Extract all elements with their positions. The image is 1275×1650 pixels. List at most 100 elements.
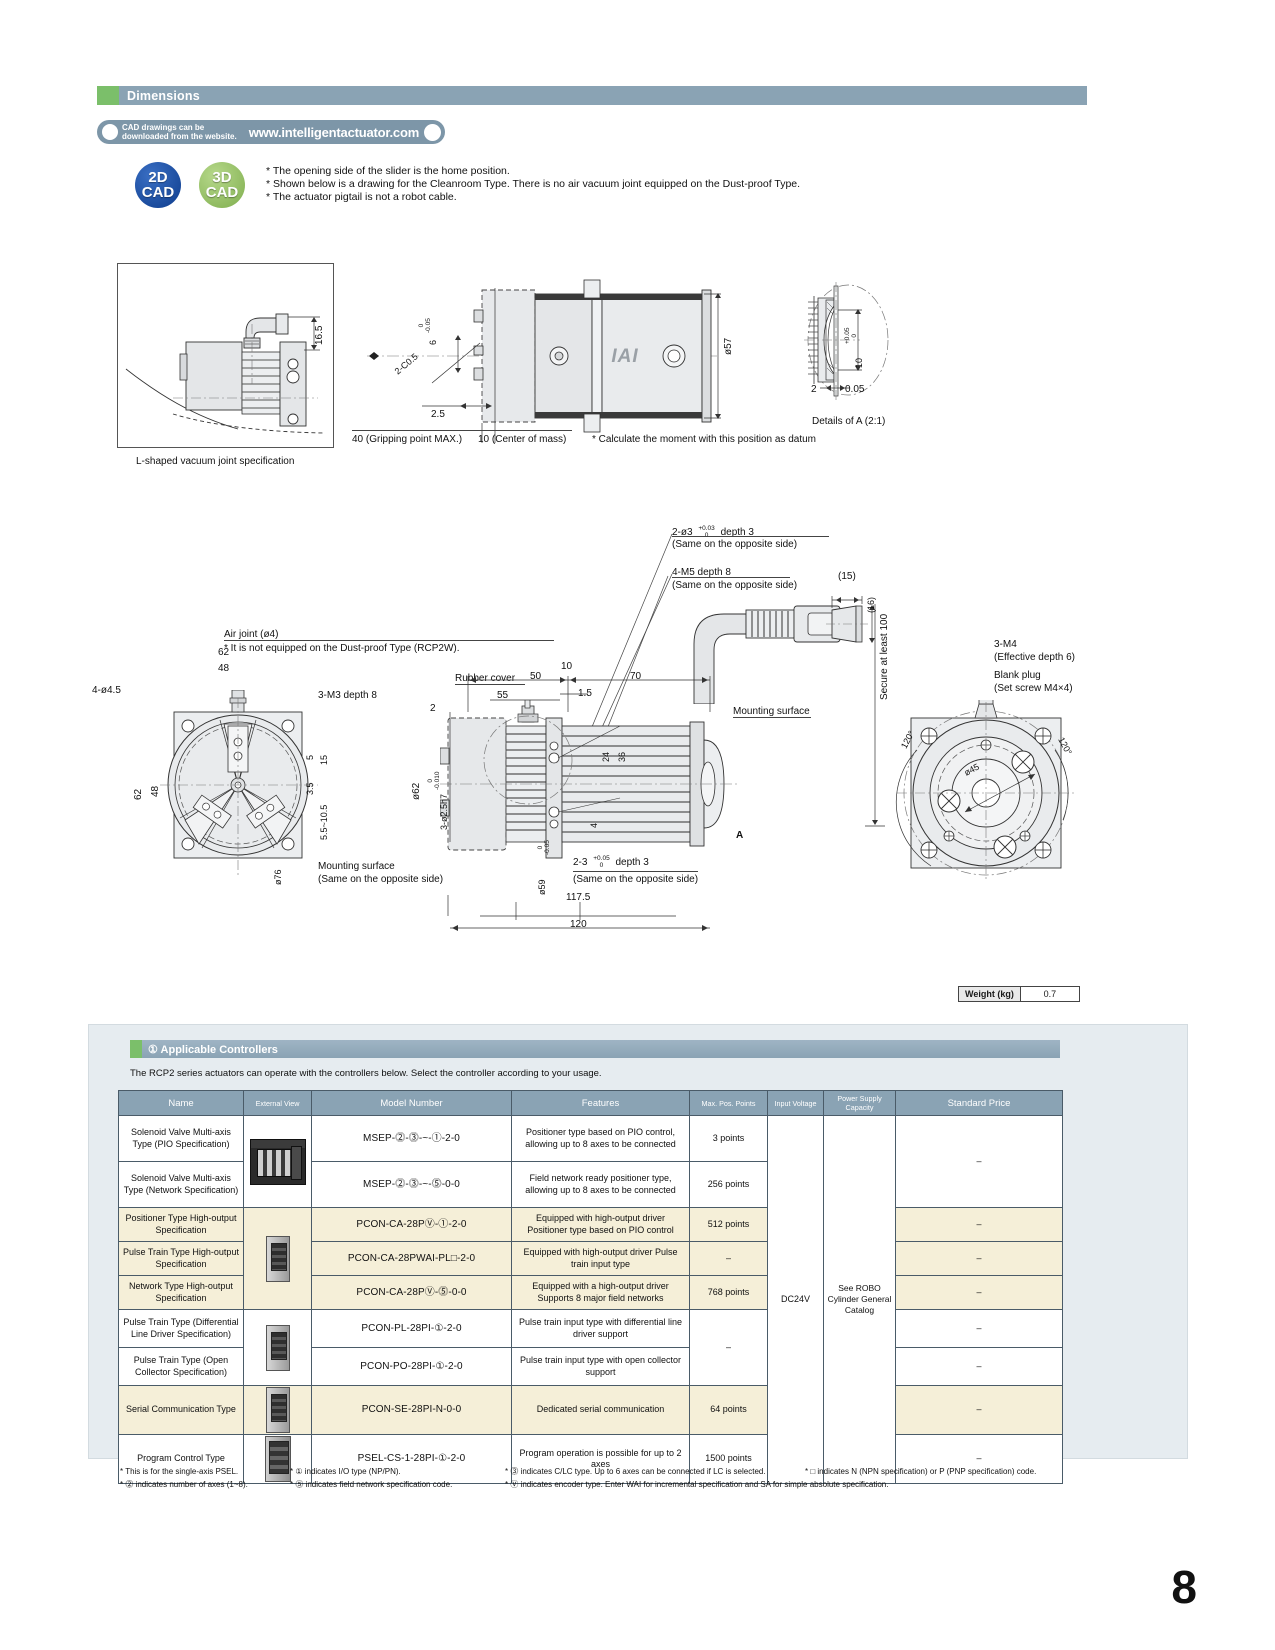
l-joint-drawing [125, 313, 324, 434]
row0-name: Solenoid Valve Multi-axis Type (PIO Spec… [118, 1115, 244, 1162]
dim-3-5: 3.5 [305, 782, 315, 795]
controllers-title-wrap: ① Applicable Controllers [142, 1043, 278, 1056]
row7-features: Dedicated serial communication [511, 1385, 690, 1435]
drawing-notes: * The opening side of the slider is the … [266, 165, 800, 205]
label-center-of-mass: 10 (Center of mass) [478, 434, 567, 445]
row3-price: – [895, 1241, 1063, 1276]
section-accent-tab [97, 86, 119, 105]
dim-5-5-10-5: 5.5~10.5 [319, 804, 329, 840]
row1-model: MSEP-⓶-⓷-~-⓹-0-0 [311, 1161, 512, 1208]
dim-62-side: 62 [133, 788, 144, 800]
callout-blank-plug: Blank plug [994, 670, 1041, 681]
dim-5: 5 [305, 754, 315, 760]
cad-2d-top: 2D [148, 169, 168, 186]
weight-value: 0.7 [1020, 987, 1079, 1001]
detail-tolerance: +0.05 0 [844, 328, 858, 344]
callout-3-m4-depth: (Effective depth 6) [994, 652, 1075, 663]
label-gripping-point: 40 (Gripping point MAX.) [352, 434, 463, 445]
dim-15: 15 [319, 754, 329, 765]
controllers-footnotes: * This is for the single-axis PSEL. * ① … [120, 1466, 1060, 1491]
th-name: Name [118, 1090, 244, 1116]
callout-3-m3-depth-8: 3-M3 depth 8 [318, 690, 377, 701]
website-url[interactable]: www.intelligentactuator.com [249, 125, 420, 140]
detail-tol-lower: 0 [850, 333, 858, 338]
row6-price: – [895, 1347, 1063, 1386]
weight-label: Weight (kg) [959, 987, 1021, 1001]
row3-model: PCON-CA-28PWAI-PL□-2-0 [311, 1241, 512, 1276]
left-end-svg [160, 689, 318, 876]
table-row: Solenoid Valve Multi-axis Type (PIO Spec… [118, 1115, 1063, 1484]
cad-2d-badge[interactable]: 2D CAD [135, 162, 181, 208]
controllers-table-body: Solenoid Valve Multi-axis Type (PIO Spec… [118, 1115, 1063, 1484]
th-standard-price: Standard Price [895, 1090, 1063, 1116]
cad-3d-badge[interactable]: 3D CAD [199, 162, 245, 208]
msep-controller-thumbnail [249, 1138, 306, 1185]
callout-set-screw: (Set screw M4×4) [994, 683, 1073, 694]
row0-features: Positioner type based on PIO control, al… [511, 1115, 690, 1162]
table-header-row: Name External View Model Number Features… [118, 1090, 1063, 1116]
footnote-4: * ⓶ indicates number of axes (1~8). [120, 1479, 248, 1489]
row5-features: Pulse train input type with differential… [511, 1309, 690, 1348]
th-power-supply: Power Supply Capacity [823, 1090, 896, 1116]
row2-features: Equipped with high-output driver Positio… [511, 1207, 690, 1242]
controllers-subtitle: The RCP2 series actuators can operate wi… [130, 1068, 602, 1079]
table-row: Serial Communication Type PCON-SE-28PI-N… [118, 1385, 1063, 1435]
footnote-6: * Ⓥ indicates encoder type. Enter WAI fo… [505, 1479, 889, 1489]
row1-max-points: 256 points [689, 1161, 768, 1208]
bullet-icon-right [424, 123, 442, 141]
row5-price: – [895, 1309, 1063, 1348]
row5-max-points: – [689, 1309, 768, 1386]
cad-3d-bottom: CAD [205, 184, 239, 201]
row0-model: MSEP-⓶-⓷-~-①-2-0 [311, 1115, 512, 1162]
footnote-1: * ① indicates I/O type (NP/PN). [290, 1467, 401, 1476]
th-features: Features [511, 1090, 690, 1116]
cad-note-line2: downloaded from the website. [122, 132, 237, 141]
row7-external-view [243, 1385, 312, 1435]
dim-6-tolerance: 0 -0.05 [418, 318, 432, 333]
datasheet-page: Dimensions CAD drawings can be downloade… [0, 0, 1275, 1650]
row5-model: PCON-PL-28PI-①-2-0 [311, 1309, 512, 1348]
th-max-pos-points: Max. Pos. Points [689, 1090, 768, 1116]
detail-dim-0-05: 0.05 [845, 384, 865, 395]
hole-2o3-tol-lo: 0 [704, 531, 709, 539]
dim-2-5: 2.5 [431, 409, 445, 420]
l-shaped-vacuum-joint-panel [117, 263, 334, 448]
footnote-row-1: * This is for the single-axis PSEL. * ① … [120, 1466, 1060, 1479]
pcon-controller-thumbnail-3 [265, 1387, 290, 1433]
section-title: Dimensions [127, 88, 200, 103]
row5-name: Pulse Train Type (Differential Line Driv… [118, 1309, 244, 1348]
cad-note-line1: CAD drawings can be [122, 122, 205, 132]
page-number: 8 [1171, 1561, 1197, 1613]
row1-features: Field network ready positioner type, all… [511, 1161, 690, 1208]
th-external-view: External View [243, 1090, 312, 1116]
dim-16-5: 16.5 [314, 325, 325, 345]
label-moment-datum: * Calculate the moment with this positio… [592, 434, 816, 445]
note-1: * The opening side of the slider is the … [266, 165, 510, 177]
cad-3d-top: 3D [212, 169, 232, 186]
dim-48-side: 48 [150, 785, 161, 797]
row2-external-view [243, 1207, 312, 1310]
table-row: Positioner Type High-output Specificatio… [118, 1207, 1063, 1310]
row0-external-view [243, 1115, 312, 1208]
th-input-voltage: Input Voltage [767, 1090, 824, 1116]
callout-4-o4-5: 4-ø4.5 [92, 685, 121, 696]
dim-6: 6 [428, 339, 438, 345]
controllers-number: ① [148, 1043, 158, 1056]
cad-download-banner[interactable]: CAD drawings can be downloaded from the … [97, 120, 445, 144]
controllers-header: ① Applicable Controllers [130, 1040, 1060, 1058]
pcon-controller-thumbnail [265, 1235, 290, 1282]
dim-48-top: 48 [218, 663, 230, 674]
row5-external-view [243, 1309, 312, 1386]
air-joint-underline [224, 640, 554, 641]
row4-name: Network Type High-output Specification [118, 1275, 244, 1310]
callout-underline-1 [672, 536, 829, 537]
row0-max-points: 3 points [689, 1115, 768, 1162]
row4-max-points: 768 points [689, 1275, 768, 1310]
row7-max-points: 64 points [689, 1385, 768, 1435]
bullet-icon [102, 124, 118, 140]
svg-text:IAI: IAI [611, 346, 638, 367]
callout-2-o3-note: (Same on the opposite side) [672, 539, 798, 550]
cad-2d-bottom: CAD [141, 184, 175, 201]
weight-box: Weight (kg) 0.7 [958, 986, 1080, 1002]
dim-62-top: 62 [218, 647, 230, 658]
